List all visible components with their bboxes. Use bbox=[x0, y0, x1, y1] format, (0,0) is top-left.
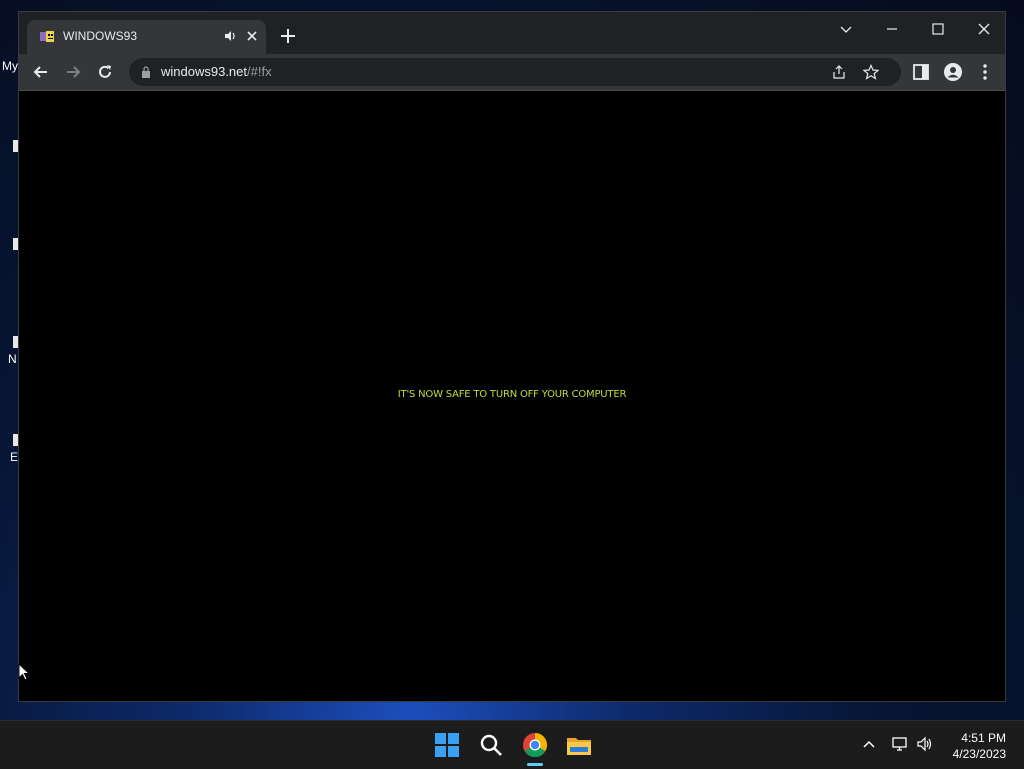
url-path: /#!fx bbox=[247, 64, 272, 79]
active-app-indicator bbox=[527, 763, 543, 766]
speaker-icon[interactable] bbox=[224, 29, 236, 43]
taskbar: 4:51 PM 4/23/2023 bbox=[0, 720, 1024, 769]
desktop-icon-4[interactable] bbox=[0, 434, 19, 446]
desktop-icon-label-4[interactable]: E bbox=[10, 450, 18, 464]
forward-icon[interactable] bbox=[63, 62, 83, 82]
shutdown-message: IT'S NOW SAFE TO TURN OFF YOUR COMPUTER bbox=[397, 389, 627, 400]
reload-icon[interactable] bbox=[95, 62, 115, 82]
chevron-up-icon[interactable] bbox=[860, 735, 878, 753]
clock-time: 4:51 PM bbox=[961, 731, 1006, 745]
bookmark-star-icon[interactable] bbox=[863, 64, 879, 80]
mouse-cursor-icon bbox=[18, 663, 30, 681]
desktop-icon-3[interactable] bbox=[0, 336, 19, 348]
page-viewport[interactable]: IT'S NOW SAFE TO TURN OFF YOUR COMPUTER bbox=[19, 91, 1005, 701]
desktop-icon-label-1[interactable]: My bbox=[2, 59, 18, 73]
network-icon[interactable] bbox=[891, 735, 909, 753]
maximize-icon[interactable] bbox=[927, 18, 949, 40]
side-panel-icon[interactable] bbox=[911, 62, 931, 82]
url-host: windows93.net bbox=[161, 64, 247, 79]
url-text[interactable]: windows93.net/#!fx bbox=[161, 64, 272, 79]
profile-icon[interactable] bbox=[943, 62, 963, 82]
desktop-icon-2[interactable] bbox=[0, 238, 19, 250]
more-menu-icon[interactable] bbox=[975, 62, 995, 82]
address-bar[interactable]: windows93.net/#!fx bbox=[129, 58, 901, 86]
plus-icon[interactable] bbox=[279, 27, 297, 45]
tab-windows93[interactable]: WINDOWS93 bbox=[27, 20, 266, 54]
desktop-icon-label-3[interactable]: N bbox=[8, 352, 17, 366]
file-explorer-icon[interactable] bbox=[563, 729, 595, 761]
share-icon[interactable] bbox=[831, 64, 847, 80]
tab-title: WINDOWS93 bbox=[63, 29, 138, 43]
browser-window: WINDOWS93 windows93.net/#!fx IT'S NOW SA… bbox=[18, 11, 1006, 702]
desktop-icon-1[interactable] bbox=[0, 140, 19, 152]
windows-start-icon[interactable] bbox=[431, 729, 463, 761]
windows93-favicon bbox=[40, 31, 54, 42]
tab-close-icon[interactable] bbox=[245, 29, 259, 43]
close-icon[interactable] bbox=[973, 18, 995, 40]
volume-icon[interactable] bbox=[916, 735, 934, 753]
back-icon[interactable] bbox=[31, 62, 51, 82]
tab-strip: WINDOWS93 bbox=[19, 12, 1005, 54]
lock-icon[interactable] bbox=[141, 66, 151, 78]
chrome-icon[interactable] bbox=[519, 729, 551, 761]
browser-toolbar: windows93.net/#!fx bbox=[19, 54, 1005, 91]
clock-date: 4/23/2023 bbox=[952, 747, 1006, 761]
search-icon[interactable] bbox=[475, 729, 507, 761]
system-clock[interactable]: 4:51 PM 4/23/2023 bbox=[953, 730, 1006, 762]
chevron-down-icon[interactable] bbox=[835, 18, 857, 40]
minimize-icon[interactable] bbox=[881, 18, 903, 40]
